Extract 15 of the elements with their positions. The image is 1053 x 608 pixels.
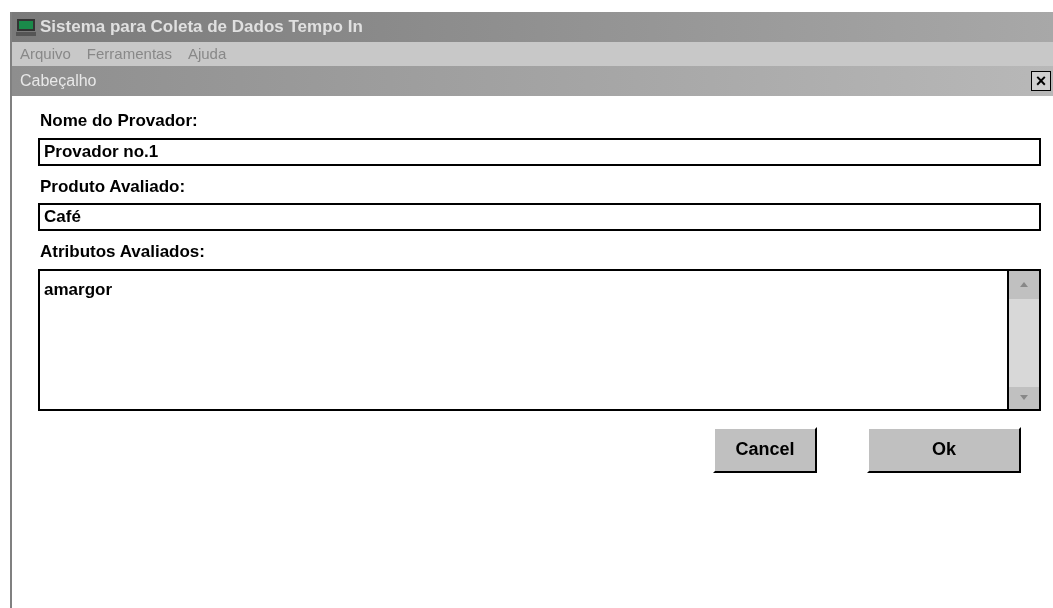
- scroll-up-icon[interactable]: [1009, 270, 1039, 299]
- dialog-title: Cabeçalho: [20, 71, 97, 91]
- field-label: Atributos Avaliados:: [39, 241, 206, 263]
- close-button[interactable]: ×: [1031, 71, 1051, 91]
- cancel-button[interactable]: Cancel: [713, 426, 817, 473]
- list-box[interactable]: amargor: [38, 268, 1041, 411]
- field-label: Produto Avaliado:: [39, 175, 187, 198]
- list-item[interactable]: amargor: [44, 276, 1003, 302]
- input-field[interactable]: Provador no.1: [38, 137, 1041, 166]
- computer-icon: [16, 18, 36, 36]
- scrollbar[interactable]: [1007, 270, 1039, 409]
- ok-button[interactable]: Ok: [867, 426, 1021, 473]
- window-title: Sistema para Coleta de Dados Tempo In: [40, 16, 363, 39]
- input-field[interactable]: Café: [38, 203, 1041, 231]
- field-label: Nome do Provador:: [39, 110, 199, 132]
